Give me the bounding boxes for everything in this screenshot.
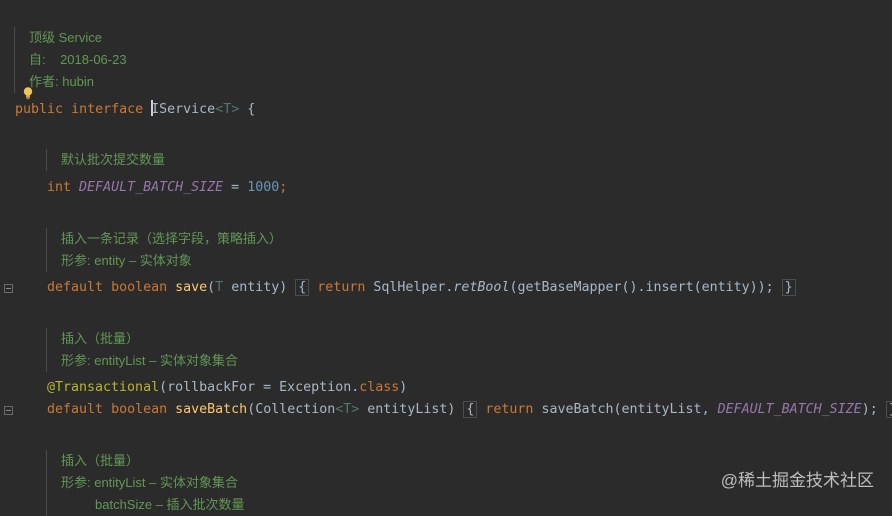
fold-toggle-icon[interactable]	[4, 406, 13, 415]
class-doc-comment: 顶级 Service 自: 2018-06-23 作者: hubin	[14, 27, 127, 93]
call-args: (getBaseMapper().insert(entity));	[509, 280, 774, 295]
batch-size-doc-comment: 默认批次提交数量	[46, 149, 165, 171]
doc-line: 形参: entityList – 实体对象集合	[61, 353, 238, 368]
doc-line: batchSize – 插入批次数量	[95, 497, 245, 512]
save-doc-comment: 插入一条记录（选择字段，策略插入） 形参: entity – 实体对象	[46, 228, 282, 272]
code-line-save-method[interactable]: default boolean save(T entity) { return …	[47, 278, 796, 298]
param-name: entity	[223, 280, 280, 295]
param-rest: entityList)	[359, 402, 456, 417]
call-savebatch: saveBatch(entityList,	[533, 402, 718, 417]
code-line-savebatch-method[interactable]: default boolean saveBatch(Collection<T> …	[47, 400, 892, 420]
keyword-default: default	[47, 402, 104, 417]
param-type: T	[215, 280, 224, 295]
code-editor[interactable]: 顶级 Service 自: 2018-06-23 作者: hubin publi…	[0, 0, 892, 516]
doc-line: 顶级 Service	[29, 30, 102, 45]
constant-name[interactable]: DEFAULT_BATCH_SIZE	[79, 180, 223, 195]
code-line-batch-field[interactable]: int DEFAULT_BATCH_SIZE = 1000;	[47, 178, 287, 198]
keyword-return: return	[485, 402, 534, 417]
paren-close: )	[279, 280, 288, 295]
keyword-boolean: boolean	[111, 280, 168, 295]
call-receiver: SqlHelper.	[365, 280, 454, 295]
paren-open: (	[207, 280, 216, 295]
annotation-transactional[interactable]: @Transactional	[47, 380, 159, 395]
constant-ref[interactable]: DEFAULT_BATCH_SIZE	[718, 402, 862, 417]
semicolon: ;	[279, 180, 288, 195]
param-collection: (Collection	[247, 402, 336, 417]
fold-toggle-icon[interactable]	[4, 284, 13, 293]
call-end: );	[861, 402, 878, 417]
doc-line: 插入（批量）	[61, 453, 140, 468]
keyword-interface: interface	[71, 102, 144, 117]
keyword-return: return	[317, 280, 366, 295]
open-brace: {	[239, 102, 256, 117]
keyword-default: default	[47, 280, 104, 295]
annotation-args: (rollbackFor = Exception.	[159, 380, 360, 395]
keyword-boolean: boolean	[111, 402, 168, 417]
keyword-int: int	[47, 180, 72, 195]
doc-line: 插入（批量）	[61, 331, 140, 346]
type-parameter: <T>	[215, 102, 240, 117]
param-type-param: <T>	[335, 402, 360, 417]
doc-since-label: 自:	[29, 52, 46, 67]
doc-since-value: 2018-06-23	[60, 52, 127, 67]
equals: =	[223, 180, 248, 195]
folded-body-open[interactable]: {	[463, 401, 478, 418]
keyword-public: public	[15, 102, 64, 117]
folded-body-open[interactable]: {	[295, 279, 310, 296]
code-line-annotation[interactable]: @Transactional(rollbackFor = Exception.c…	[47, 378, 407, 398]
method-name-savebatch[interactable]: saveBatch	[175, 402, 247, 417]
interface-name[interactable]: IService	[151, 102, 215, 117]
savebatch2-doc-comment: 插入（批量） 形参: entityList – 实体对象集合 batchSize…	[46, 450, 245, 516]
doc-line: 形参: entity – 实体对象	[61, 253, 192, 268]
doc-line: 插入一条记录（选择字段，策略插入）	[61, 231, 283, 246]
folded-body-close[interactable]: }	[885, 401, 892, 418]
annotation-close: )	[399, 380, 408, 395]
code-line-class-decl[interactable]: public interface IService<T> {	[15, 100, 255, 120]
lightbulb-icon[interactable]	[22, 86, 34, 100]
number-literal: 1000	[247, 180, 280, 195]
method-name-save[interactable]: save	[175, 280, 207, 295]
doc-line: 作者: hubin	[29, 74, 95, 89]
watermark: @稀土掘金技术社区	[720, 471, 874, 490]
folded-body-close[interactable]: }	[781, 279, 796, 296]
doc-line: 默认批次提交数量	[61, 152, 166, 167]
doc-line: 自: 2018-06-23	[29, 49, 127, 71]
method-call-retbool[interactable]: retBool	[453, 280, 509, 295]
doc-line: 形参: entityList – 实体对象集合	[61, 475, 238, 490]
keyword-class: class	[359, 380, 400, 395]
savebatch-doc-comment: 插入（批量） 形参: entityList – 实体对象集合	[46, 328, 238, 372]
